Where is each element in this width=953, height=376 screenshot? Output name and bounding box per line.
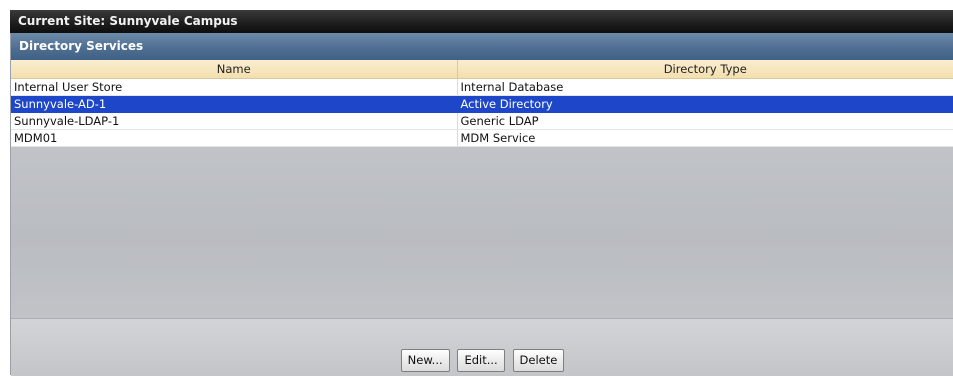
table-header-row: Name Directory Type — [11, 60, 953, 79]
table-row[interactable]: Internal User Store Internal Database — [11, 78, 953, 96]
cell-name: Internal User Store — [11, 78, 458, 96]
table-row[interactable]: Sunnyvale-LDAP-1 Generic LDAP — [11, 112, 953, 130]
cell-name: Sunnyvale-LDAP-1 — [11, 112, 458, 130]
edit-button[interactable]: Edit... — [457, 349, 505, 372]
directory-services-panel: Directory Services Name Directory Type I… — [10, 33, 953, 376]
button-bar: New... Edit... Delete — [11, 318, 953, 376]
delete-button[interactable]: Delete — [512, 349, 565, 372]
column-header-name[interactable]: Name — [11, 60, 458, 79]
table-row[interactable]: MDM01 MDM Service — [11, 129, 953, 147]
cell-directory-type: MDM Service — [457, 129, 953, 147]
current-site-bar: Current Site: Sunnyvale Campus — [10, 10, 953, 33]
table-empty-area[interactable] — [11, 155, 953, 343]
cell-directory-type: Internal Database — [457, 78, 953, 96]
table-row-selected[interactable]: Sunnyvale-AD-1 Active Directory — [11, 95, 953, 113]
cell-name: MDM01 — [11, 129, 458, 147]
cell-directory-type: Active Directory — [457, 95, 953, 113]
cell-name: Sunnyvale-AD-1 — [11, 95, 458, 113]
panel-title: Directory Services — [11, 33, 953, 60]
directory-table: Name Directory Type Internal User Store … — [11, 60, 953, 147]
new-button[interactable]: New... — [400, 349, 450, 372]
current-site-label: Current Site: — [18, 14, 106, 28]
cell-directory-type: Generic LDAP — [457, 112, 953, 130]
current-site-name: Sunnyvale Campus — [109, 14, 238, 28]
column-header-directory-type[interactable]: Directory Type — [457, 60, 953, 79]
